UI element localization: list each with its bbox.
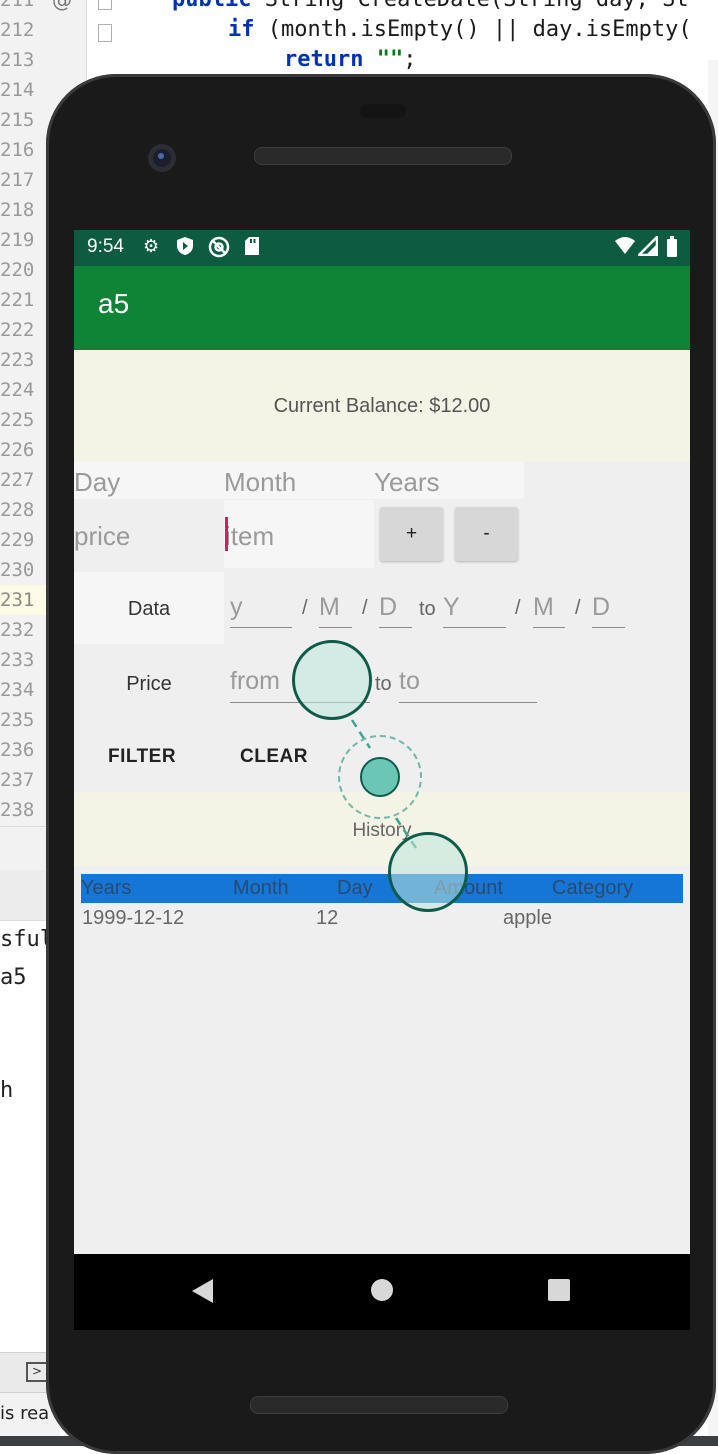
status-text: is rea bbox=[0, 1403, 50, 1424]
fold-marker-icon[interactable] bbox=[98, 0, 112, 10]
from-year-field[interactable]: y bbox=[230, 592, 292, 628]
app-title: a5 bbox=[98, 288, 130, 319]
build-output-fragment: a5 bbox=[0, 965, 27, 990]
from-day-field[interactable]: D bbox=[379, 592, 412, 628]
earpiece-speaker bbox=[254, 147, 512, 165]
line-number: 221 bbox=[0, 289, 35, 311]
line-number: 237 bbox=[0, 769, 35, 791]
to-month-field[interactable]: M bbox=[533, 592, 565, 628]
line-number: 234 bbox=[0, 679, 35, 701]
wifi-icon bbox=[614, 236, 636, 262]
date-input-row bbox=[74, 461, 524, 499]
recents-icon[interactable] bbox=[548, 1279, 570, 1301]
gear-icon: ⚙ bbox=[143, 236, 160, 257]
signal-icon bbox=[635, 233, 659, 262]
price-label: Price bbox=[126, 673, 172, 695]
line-number: 236 bbox=[0, 739, 35, 761]
line-number: 230 bbox=[0, 559, 35, 581]
home-icon[interactable] bbox=[371, 1279, 393, 1301]
line-number: 223 bbox=[0, 349, 35, 371]
line-number: 229 bbox=[0, 529, 35, 551]
code-text: ; bbox=[403, 47, 417, 72]
item-input[interactable]: item bbox=[225, 521, 274, 552]
line-number: 219 bbox=[0, 229, 35, 251]
at-sign-icon bbox=[208, 236, 230, 264]
build-output-fragment: h bbox=[0, 1078, 14, 1103]
code-line[interactable]: if (month.isEmpty() || day.isEmpty( bbox=[228, 15, 692, 45]
date-separator: / bbox=[515, 597, 521, 619]
code-text: String CreateDate(String day, St bbox=[251, 0, 689, 12]
proximity-sensor bbox=[360, 104, 406, 118]
bottom-speaker bbox=[250, 1396, 508, 1414]
shield-play-icon bbox=[176, 236, 194, 262]
price-to-label: to bbox=[375, 673, 392, 695]
override-annotation-icon: @ bbox=[52, 0, 72, 12]
price-to-field[interactable]: to bbox=[399, 666, 537, 703]
date-separator: / bbox=[302, 597, 308, 619]
line-number: 224 bbox=[0, 379, 35, 401]
code-line[interactable]: return ""; bbox=[284, 45, 416, 75]
code-line[interactable]: public String CreateDate(String day, St bbox=[172, 0, 689, 15]
terminal-icon[interactable]: > bbox=[26, 1362, 48, 1382]
fold-marker-icon[interactable] bbox=[98, 24, 112, 42]
column-header-years: Years bbox=[81, 877, 132, 899]
line-number: 212 bbox=[0, 19, 35, 41]
price-input[interactable]: price bbox=[74, 521, 130, 552]
battery-icon bbox=[666, 236, 678, 264]
table-cell-category: apple bbox=[503, 907, 552, 929]
date-to-label: to bbox=[419, 598, 436, 620]
code-keyword: if bbox=[228, 17, 255, 42]
app-toolbar bbox=[74, 266, 690, 350]
status-time: 9:54 bbox=[87, 236, 124, 257]
code-keyword: return bbox=[284, 47, 364, 72]
line-number: 225 bbox=[0, 409, 35, 431]
touch-point-icon bbox=[360, 757, 400, 797]
line-number: 227 bbox=[0, 469, 35, 491]
touch-end-icon bbox=[388, 832, 468, 912]
column-header-category: Category bbox=[552, 877, 634, 899]
years-input[interactable]: Years bbox=[374, 467, 440, 498]
clear-button[interactable]: CLEAR bbox=[240, 746, 308, 768]
table-cell-day: 12 bbox=[316, 907, 339, 929]
line-number: 218 bbox=[0, 199, 35, 221]
line-number: 228 bbox=[0, 499, 35, 521]
line-number: 216 bbox=[0, 139, 35, 161]
text-cursor bbox=[225, 517, 228, 551]
remove-button[interactable]: - bbox=[455, 507, 518, 561]
add-button[interactable]: + bbox=[380, 507, 443, 561]
filter-button[interactable]: FILTER bbox=[108, 746, 176, 768]
date-separator: / bbox=[575, 597, 581, 619]
date-separator: / bbox=[362, 597, 368, 619]
day-input[interactable]: Day bbox=[74, 467, 120, 498]
line-number: 235 bbox=[0, 709, 35, 731]
data-label: Data bbox=[127, 598, 171, 620]
line-number: 213 bbox=[0, 49, 35, 71]
touch-start-icon bbox=[292, 640, 372, 720]
code-text: (month.isEmpty() || day.isEmpty( bbox=[254, 17, 692, 42]
column-header-month: Month bbox=[233, 877, 289, 899]
code-string: "" bbox=[376, 47, 404, 72]
line-number: 233 bbox=[0, 649, 35, 671]
column-header-day: Day bbox=[337, 877, 373, 899]
line-number: 217 bbox=[0, 169, 35, 191]
line-number: 220 bbox=[0, 259, 35, 281]
table-cell-years: 1999-12-12 bbox=[82, 907, 185, 929]
current-balance-text: Current Balance: $12.00 bbox=[273, 395, 491, 417]
line-number: 211 bbox=[0, 0, 35, 11]
line-number: 215 bbox=[0, 109, 35, 131]
to-year-field[interactable]: Y bbox=[443, 592, 506, 628]
back-icon[interactable] bbox=[192, 1279, 213, 1303]
sd-card-icon bbox=[244, 236, 260, 262]
from-month-field[interactable]: M bbox=[319, 592, 352, 628]
month-input[interactable]: Month bbox=[224, 467, 296, 498]
line-number: 232 bbox=[0, 619, 35, 641]
code-keyword: public bbox=[172, 0, 251, 12]
line-number: 226 bbox=[0, 439, 35, 461]
line-number: 238 bbox=[0, 799, 35, 821]
front-camera-icon bbox=[148, 144, 176, 172]
line-number: 214 bbox=[0, 79, 35, 101]
status-bar: 9:54 ⚙ bbox=[74, 230, 690, 266]
line-number: 222 bbox=[0, 319, 35, 341]
to-day-field[interactable]: D bbox=[592, 592, 625, 628]
